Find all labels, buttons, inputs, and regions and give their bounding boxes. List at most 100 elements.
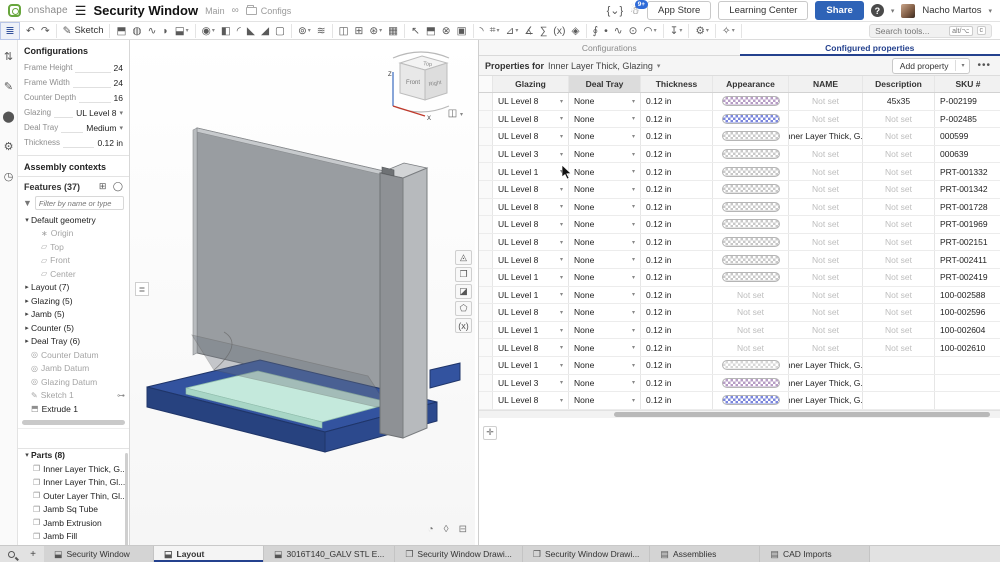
dropdown-caret-icon[interactable]: ▾ xyxy=(515,27,518,34)
sheet-metal-icon[interactable]: ⊿▾ xyxy=(504,25,521,37)
cell-dropdown-caret-icon[interactable]: ▾ xyxy=(632,115,635,122)
bridging-curve-icon[interactable]: ◠▾ xyxy=(641,25,658,37)
cell-dropdown-caret-icon[interactable]: ▾ xyxy=(632,168,635,175)
feature-tree-item[interactable]: ▱Top xyxy=(18,240,129,254)
name-cell[interactable]: Not set xyxy=(789,339,863,356)
column-header-thickness[interactable]: Thickness xyxy=(641,76,713,92)
name-cell[interactable]: Not set xyxy=(789,181,863,198)
appearance-cell[interactable] xyxy=(713,128,789,145)
part-list-item[interactable]: ❐Jamb Extrusion xyxy=(18,516,129,530)
name-cell[interactable]: Inner Layer Thick, G... xyxy=(789,128,863,145)
row-handle[interactable] xyxy=(479,251,493,268)
appearance-swatch[interactable] xyxy=(722,219,780,229)
cell-dropdown-caret-icon[interactable]: ▾ xyxy=(632,309,635,316)
appearance-swatch[interactable] xyxy=(722,202,780,212)
boolean-icon[interactable]: ◉▾ xyxy=(200,25,217,37)
row-handle[interactable] xyxy=(479,163,493,180)
description-cell[interactable]: Not set xyxy=(863,339,935,356)
cell-dropdown-caret-icon[interactable]: ▾ xyxy=(560,256,563,263)
thickness-cell[interactable]: 0.12 in xyxy=(641,375,713,392)
tree-caret-icon[interactable]: ▸ xyxy=(23,297,31,305)
hole-icon[interactable]: ⊚▾ xyxy=(296,25,313,37)
deal-tray-cell[interactable]: None▾ xyxy=(569,216,641,233)
deal-tray-cell[interactable]: None▾ xyxy=(569,375,641,392)
deal-tray-cell[interactable]: None▾ xyxy=(569,357,641,374)
table-row[interactable]: UL Level 3▾None▾0.12 inNot setNot set000… xyxy=(479,146,1000,164)
exploded-view-icon[interactable]: ⬠ xyxy=(455,301,472,316)
description-cell[interactable] xyxy=(863,357,935,374)
named-views-icon[interactable]: ❐ xyxy=(455,267,472,282)
cell-dropdown-caret-icon[interactable]: ▾ xyxy=(560,151,563,158)
perspective-icon[interactable]: ◊ xyxy=(444,524,449,535)
feature-filter-input[interactable] xyxy=(35,196,124,210)
appearance-cell[interactable]: Not set xyxy=(713,322,789,339)
cell-dropdown-caret-icon[interactable]: ▾ xyxy=(560,309,563,316)
section-view-icon[interactable]: ◪ xyxy=(455,284,472,299)
table-menu-button[interactable]: ••• xyxy=(974,60,994,71)
undo-icon[interactable]: ↶ xyxy=(24,25,37,37)
table-row[interactable]: UL Level 8▾None▾0.12 inInner Layer Thick… xyxy=(479,392,1000,410)
dropdown-caret-icon[interactable]: ▾ xyxy=(379,27,382,34)
sku-cell[interactable]: 000639 xyxy=(935,146,1000,163)
thicken-icon[interactable]: ⬓▾ xyxy=(173,25,191,37)
table-hscrollbar[interactable] xyxy=(479,410,1000,418)
glazing-cell[interactable]: UL Level 1▾ xyxy=(493,287,569,304)
feature-tree-item[interactable]: ◎Counter Datum xyxy=(18,348,129,362)
sku-cell[interactable]: PRT-001332 xyxy=(935,163,1000,180)
view-options-icon[interactable]: ◫ ▾ xyxy=(448,108,463,119)
chamfer-icon[interactable]: ◣ xyxy=(245,25,257,37)
appearance-swatch[interactable] xyxy=(722,167,780,177)
table-row[interactable]: UL Level 8▾None▾0.12 inNot setNot setPRT… xyxy=(479,251,1000,269)
tree-caret-icon[interactable]: ▾ xyxy=(23,451,31,459)
description-cell[interactable]: Not set xyxy=(863,128,935,145)
glazing-cell[interactable]: UL Level 1▾ xyxy=(493,269,569,286)
thickness-cell[interactable]: 0.12 in xyxy=(641,304,713,321)
cell-dropdown-caret-icon[interactable]: ▾ xyxy=(560,115,563,122)
deal-tray-cell[interactable]: None▾ xyxy=(569,392,641,409)
description-cell[interactable]: Not set xyxy=(863,216,935,233)
doc-tab-security-window[interactable]: ⬓Security Window xyxy=(44,546,154,562)
linear-pattern-icon[interactable]: ⊞ xyxy=(353,25,366,37)
table-row[interactable]: UL Level 8▾None▾0.12 inNot setNot setNot… xyxy=(479,339,1000,357)
table-row[interactable]: UL Level 8▾None▾0.12 inNot set45x35P-002… xyxy=(479,93,1000,111)
appearance-cell[interactable] xyxy=(713,111,789,128)
name-cell[interactable]: Not set xyxy=(789,269,863,286)
appearance-swatch[interactable] xyxy=(722,149,780,159)
thickness-cell[interactable]: 0.12 in xyxy=(641,128,713,145)
table-row[interactable]: UL Level 8▾None▾0.12 inNot setNot setNot… xyxy=(479,304,1000,322)
deal-tray-cell[interactable]: None▾ xyxy=(569,339,641,356)
cell-dropdown-caret-icon[interactable]: ▾ xyxy=(560,133,563,140)
row-handle[interactable] xyxy=(479,216,493,233)
description-cell[interactable]: Not set xyxy=(863,111,935,128)
frame-icon[interactable]: ⌗▾ xyxy=(488,24,502,37)
loft-icon[interactable]: ◗ xyxy=(160,25,170,37)
appearance-cell[interactable] xyxy=(713,251,789,268)
dropdown-caret-icon[interactable]: ▾ xyxy=(654,27,657,34)
description-cell[interactable]: Not set xyxy=(863,269,935,286)
name-cell[interactable]: Inner Layer Thick, G... xyxy=(789,392,863,409)
cell-dropdown-caret-icon[interactable]: ▾ xyxy=(632,203,635,210)
doc-tab-layout[interactable]: ⬓Layout xyxy=(154,546,264,562)
glazing-cell[interactable]: UL Level 8▾ xyxy=(493,93,569,110)
description-cell[interactable]: Not set xyxy=(863,146,935,163)
param-value[interactable]: 16 xyxy=(114,93,123,103)
feature-tree-item[interactable]: ✎Sketch 1⊶ xyxy=(18,389,129,403)
add-property-button[interactable]: Add property ▾ xyxy=(892,58,971,74)
thickness-cell[interactable]: 0.12 in xyxy=(641,216,713,233)
import-icon[interactable]: ↧▾ xyxy=(668,25,685,37)
row-handle[interactable] xyxy=(479,322,493,339)
appearance-swatch[interactable] xyxy=(722,395,780,405)
tab-configurations[interactable]: Configurations xyxy=(479,40,740,55)
table-row[interactable]: UL Level 1▾None▾0.12 inInner Layer Thick… xyxy=(479,357,1000,375)
description-cell[interactable] xyxy=(863,392,935,409)
delete-face-icon[interactable]: ⊗ xyxy=(440,25,453,37)
glazing-cell[interactable]: UL Level 8▾ xyxy=(493,339,569,356)
parts-section-header[interactable]: ▾Parts (8) xyxy=(18,449,129,463)
sku-cell[interactable]: PRT-001728 xyxy=(935,199,1000,216)
rib-icon[interactable]: ≋ xyxy=(315,25,328,37)
glazing-cell[interactable]: UL Level 1▾ xyxy=(493,357,569,374)
appearance-cell[interactable]: Not set xyxy=(713,304,789,321)
search-tools-input[interactable] xyxy=(875,26,945,36)
row-handle[interactable] xyxy=(479,269,493,286)
column-header-description[interactable]: Description xyxy=(863,76,935,92)
